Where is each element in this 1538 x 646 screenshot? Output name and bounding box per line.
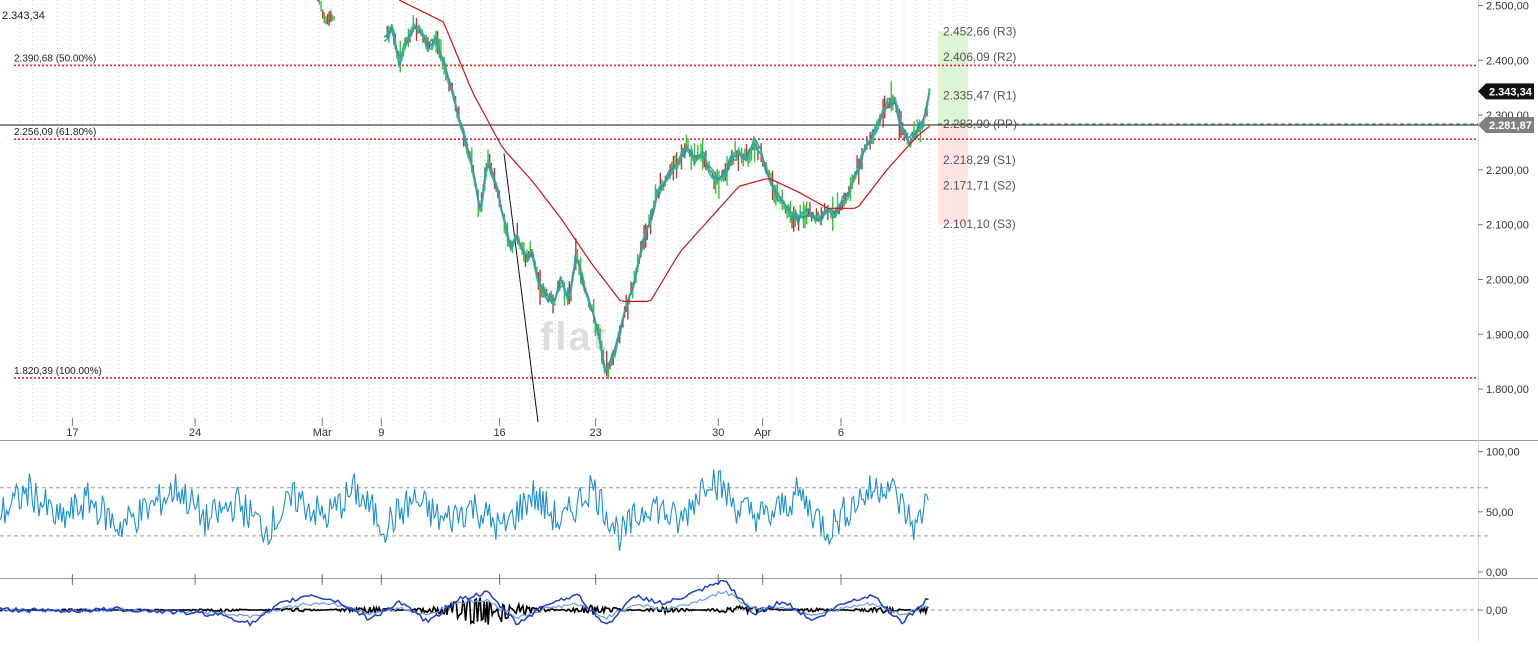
pivot-level-label: 2.171,71 (S2)	[943, 178, 1016, 192]
x-tick-label: 23	[590, 427, 602, 439]
pivot-level-label: 2.101,10 (S3)	[943, 217, 1016, 231]
fib-level-label: 2.390,68 (50.00%)	[14, 53, 96, 64]
x-tick-label: Apr	[754, 427, 771, 439]
pivot-zone-resistance	[938, 31, 968, 124]
x-tick-label: Mär	[313, 427, 332, 439]
y-tick-label: 2.000,00	[1486, 275, 1529, 287]
chart-svg: 17 24 Mär 9 16 23 30 Apr 6 2.390,68 (50.00%) 2.256…	[0, 0, 1538, 641]
y-tick-label: 1.900,00	[1486, 329, 1529, 341]
pivot-level-label: 2.406,09 (R2)	[943, 50, 1016, 64]
x-tick-label: 16	[493, 427, 505, 439]
fib-level-label: 2.256,09 (61.80%)	[14, 127, 96, 138]
y-tick-label: 1.800,00	[1486, 384, 1529, 396]
chart-container: 17 24 Mär 9 16 23 30 Apr 6 2.390,68 (50.00%) 2.256…	[0, 0, 1538, 641]
y-tick-label: 0,00	[1486, 567, 1507, 579]
x-tick-label: 9	[378, 427, 384, 439]
pivot-level-label: 2.452,66 (R3)	[943, 24, 1016, 38]
reference-price-badge-text: 2.281,87	[1489, 120, 1532, 132]
y-tick-label: 2.100,00	[1486, 220, 1529, 232]
last-value-corner-label: 2.343,34	[2, 10, 45, 22]
last-price-badge: 2.343,34	[1478, 83, 1534, 100]
last-price-badge-text: 2.343,34	[1489, 86, 1533, 98]
x-tick-label: 30	[712, 427, 724, 439]
y-tick-label: 2.200,00	[1486, 165, 1529, 177]
chart-background	[0, 0, 1538, 641]
pivot-level-label: 2.218,29 (S1)	[943, 153, 1016, 167]
y-tick-label: 100,00	[1486, 447, 1520, 459]
y-tick-label: 50,00	[1486, 507, 1514, 519]
reference-price-badge: 2.281,87	[1478, 117, 1534, 134]
y-tick-label: 0,00	[1486, 605, 1507, 617]
y-tick-label: 2.500,00	[1486, 0, 1529, 12]
pivot-level-label: 2.283,90 (PP)	[943, 117, 1017, 131]
y-tick-label: 2.400,00	[1486, 55, 1529, 67]
x-tick-label: 17	[66, 427, 78, 439]
fib-level-label: 1.820,39 (100.00%)	[14, 366, 102, 377]
x-tick-label: 24	[189, 427, 201, 439]
x-tick-label: 6	[838, 427, 844, 439]
pivot-level-label: 2.335,47 (R1)	[943, 89, 1016, 103]
